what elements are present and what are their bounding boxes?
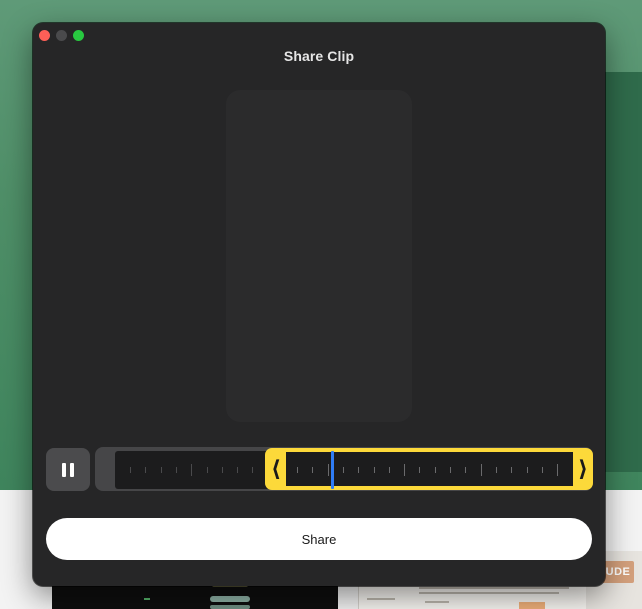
timeline-tick xyxy=(222,467,223,473)
timeline-tick xyxy=(389,467,390,473)
background-document-thumbnail xyxy=(358,584,587,609)
timeline-tick xyxy=(176,467,177,473)
timeline-tick xyxy=(312,467,313,473)
clip-preview xyxy=(226,90,412,422)
timeline-tick xyxy=(511,467,512,473)
timeline-tick xyxy=(496,467,497,473)
timeline-tick xyxy=(450,467,451,473)
window-title: Share Clip xyxy=(283,48,355,64)
timeline-tick xyxy=(465,467,466,473)
timeline-tick xyxy=(252,467,253,473)
timeline-tick xyxy=(527,467,528,473)
timeline-tick xyxy=(207,467,208,473)
timeline-tick xyxy=(237,467,238,473)
pause-icon xyxy=(62,462,74,477)
timeline-tick xyxy=(481,464,482,476)
timeline-tick xyxy=(191,464,192,476)
timeline-tick xyxy=(161,467,162,473)
timeline-tick xyxy=(328,464,329,476)
trim-end-handle[interactable]: ⟩ xyxy=(573,448,593,490)
maximize-button[interactable] xyxy=(73,30,84,41)
timeline-tick xyxy=(130,467,131,473)
background-window xyxy=(604,72,642,472)
trim-selection-track[interactable] xyxy=(286,452,573,486)
timeline-tick xyxy=(374,467,375,473)
timeline-tick xyxy=(297,467,298,473)
playhead[interactable] xyxy=(331,451,334,489)
share-clip-window: Share Clip ⟨ ⟩ Share xyxy=(33,23,605,586)
close-button[interactable] xyxy=(39,30,50,41)
timeline-tick xyxy=(542,467,543,473)
timeline-tick xyxy=(343,467,344,473)
background-badge: UDE xyxy=(602,561,634,583)
timeline-tick xyxy=(404,464,405,476)
timeline-tick xyxy=(145,467,146,473)
timeline-tick xyxy=(435,467,436,473)
trim-start-handle[interactable]: ⟨ xyxy=(266,448,286,490)
timeline-tick xyxy=(557,464,558,476)
share-button[interactable]: Share xyxy=(46,518,592,560)
minimize-button[interactable] xyxy=(56,30,67,41)
timeline-tick xyxy=(358,467,359,473)
pause-button[interactable] xyxy=(46,448,90,491)
timeline-tick xyxy=(419,467,420,473)
